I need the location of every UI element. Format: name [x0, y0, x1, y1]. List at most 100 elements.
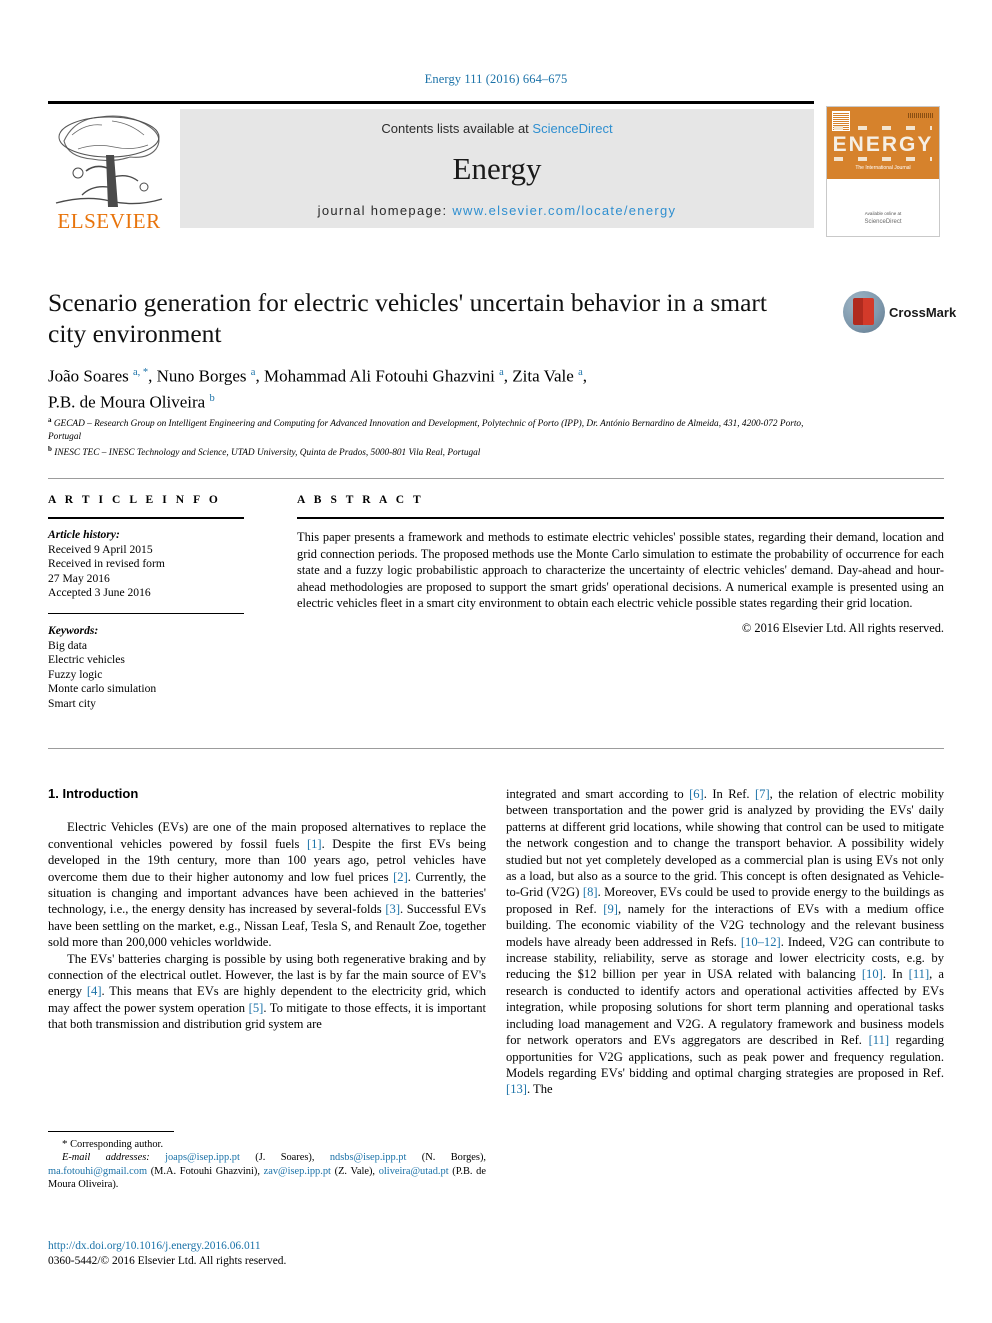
- affiliation-a: a GECAD – Research Group on Intelligent …: [48, 416, 804, 442]
- keyword-item: Fuzzy logic: [48, 667, 103, 681]
- masthead-top-rule: [48, 101, 814, 104]
- cover-orange-panel: ENERGY The International Journal: [827, 107, 939, 179]
- citation-ref[interactable]: [11]: [869, 1033, 890, 1047]
- abstract-text: This paper presents a framework and meth…: [297, 530, 944, 611]
- email-label: E-mail addresses:: [62, 1152, 150, 1164]
- paper-page: Energy 111 (2016) 664–675 ELSEVIER Conte…: [0, 0, 992, 1323]
- info-section-bottom-rule: [48, 748, 944, 749]
- paragraph: integrated and smart according to [6]. I…: [506, 786, 944, 1098]
- footnote-rule: [48, 1131, 174, 1132]
- email-owner: (N. Borges),: [421, 1152, 487, 1164]
- citation-ref[interactable]: [13]: [506, 1082, 527, 1096]
- journal-band: Contents lists available at ScienceDirec…: [180, 109, 814, 228]
- history-item: Accepted 3 June 2016: [48, 586, 151, 600]
- journal-homepage-link[interactable]: www.elsevier.com/locate/energy: [452, 203, 676, 218]
- keywords-label: Keywords:: [48, 623, 99, 637]
- elsevier-wordmark: ELSEVIER: [57, 209, 161, 233]
- homepage-prefix: journal homepage:: [317, 203, 453, 218]
- journal-cover-thumbnail: ENERGY The International Journal Availab…: [826, 106, 940, 237]
- author-list: João Soares a, *, Nuno Borges a, Mohamma…: [48, 366, 587, 412]
- email-link[interactable]: ndsbs@isep.ipp.pt: [330, 1152, 407, 1163]
- text-run: . In Ref.: [703, 787, 755, 801]
- running-head: Energy 111 (2016) 664–675: [424, 72, 568, 86]
- citation-ref[interactable]: [11]: [909, 967, 930, 981]
- keywords-list: Keywords: Big data Electric vehicles Fuz…: [48, 624, 244, 712]
- email-addresses: E-mail addresses: joaps@isep.ipp.pt (J. …: [48, 1151, 486, 1191]
- text-run: . In: [882, 967, 909, 982]
- email-owner: (M.A. Fotouhi Ghazvini),: [150, 1165, 260, 1177]
- citation-ref[interactable]: [1]: [307, 837, 322, 851]
- citation-ref[interactable]: [4]: [87, 984, 102, 998]
- article-info-column: A R T I C L E I N F O Article history: R…: [48, 494, 244, 712]
- text-run: . The: [526, 1082, 553, 1097]
- journal-homepage-line: journal homepage: www.elsevier.com/locat…: [180, 203, 814, 218]
- page-title: Scenario generation for electric vehicle…: [48, 288, 767, 348]
- article-history-label: Article history:: [48, 528, 120, 541]
- section-heading-introduction: 1. Introduction: [48, 786, 139, 801]
- info-section-top-rule: [48, 478, 944, 479]
- affiliation-b: b INESC TEC – INESC Technology and Scien…: [48, 444, 481, 458]
- history-item: Received 9 April 2015: [48, 542, 153, 556]
- cover-title: ENERGY: [832, 133, 934, 156]
- citation-ref[interactable]: [10–12]: [741, 935, 781, 949]
- citation-ref[interactable]: [7]: [755, 787, 770, 801]
- email-owner: (J. Soares),: [255, 1152, 315, 1164]
- email-link[interactable]: joaps@isep.ipp.pt: [165, 1152, 240, 1163]
- abstract-column: A B S T R A C T This paper presents a fr…: [297, 494, 944, 636]
- article-history: Article history: Received 9 April 2015 R…: [48, 528, 244, 601]
- cover-top-text-row: [834, 126, 932, 130]
- corresponding-author-text: Corresponding author.: [70, 1139, 164, 1150]
- paragraph: The EVs' batteries charging is possible …: [48, 951, 486, 1033]
- email-link[interactable]: oliveira@utad.pt: [379, 1166, 449, 1177]
- text-run: , the relation of electric mobility betw…: [506, 787, 944, 900]
- citation-ref[interactable]: [6]: [689, 787, 704, 801]
- issn-copyright: 0360-5442/© 2016 Elsevier Ltd. All right…: [48, 1255, 287, 1267]
- keyword-item: Electric vehicles: [48, 653, 125, 667]
- email-link[interactable]: ma.fotouhi@gmail.com: [48, 1166, 147, 1177]
- keyword-item: Monte carlo simulation: [48, 682, 157, 696]
- citation-ref[interactable]: [5]: [249, 1001, 264, 1015]
- email-owner: (Z. Vale),: [334, 1165, 376, 1177]
- crossmark-label: CrossMark: [889, 305, 957, 320]
- elsevier-tree-icon: [55, 115, 163, 207]
- cover-bottom-text-row: [834, 157, 932, 161]
- text-run: integrated and smart according to: [506, 787, 690, 801]
- elsevier-logo: ELSEVIER: [48, 109, 170, 235]
- email-link[interactable]: zav@isep.ipp.pt: [264, 1166, 331, 1177]
- cover-availability-text: Available online at: [864, 211, 902, 216]
- crossmark-book-right-icon: [863, 298, 874, 325]
- footnote-block: * Corresponding author. E-mail addresses…: [48, 1138, 486, 1192]
- paragraph: Electric Vehicles (EVs) are one of the m…: [48, 819, 486, 950]
- keyword-item: Smart city: [48, 696, 96, 710]
- affiliations: a GECAD – Research Group on Intelligent …: [48, 414, 838, 459]
- asterisk-icon: *: [62, 1138, 68, 1150]
- abstract-copyright: © 2016 Elsevier Ltd. All rights reserved…: [741, 620, 944, 635]
- doi-link[interactable]: http://dx.doi.org/10.1016/j.energy.2016.…: [48, 1239, 486, 1254]
- sciencedirect-link[interactable]: ScienceDirect: [532, 121, 612, 136]
- history-item: Received in revised form: [48, 557, 165, 571]
- body-column-right: integrated and smart according to [6]. I…: [506, 786, 944, 1098]
- keywords-rule: [48, 612, 244, 614]
- contents-line: Contents lists available at ScienceDirec…: [180, 121, 814, 136]
- crossmark-badge[interactable]: CrossMark: [843, 291, 956, 335]
- history-item: 27 May 2016: [48, 571, 110, 585]
- keyword-item: Big data: [48, 638, 87, 652]
- crossmark-book-left-icon: [853, 298, 863, 325]
- doi-block: http://dx.doi.org/10.1016/j.energy.2016.…: [48, 1239, 486, 1269]
- citation-ref[interactable]: [10]: [862, 967, 883, 981]
- affiliation-b-text: INESC TEC – INESC Technology and Science…: [54, 448, 481, 458]
- citation-ref[interactable]: [9]: [603, 902, 618, 916]
- citation-ref[interactable]: [3]: [385, 902, 400, 916]
- cover-issn-barcode: [908, 113, 934, 118]
- cover-subtitle: The International Journal: [855, 165, 911, 171]
- journal-masthead: ELSEVIER Contents lists available at Sci…: [48, 101, 944, 237]
- body-column-left: 1. Introduction Electric Vehicles (EVs) …: [48, 786, 486, 1033]
- cover-sciencedirect-text: ScienceDirect: [864, 219, 902, 225]
- journal-title: Energy: [452, 151, 542, 186]
- citation-ref[interactable]: [8]: [583, 885, 598, 899]
- abstract-rule: [297, 517, 944, 519]
- abstract-heading: A B S T R A C T: [297, 494, 424, 506]
- article-info-rule: [48, 517, 244, 519]
- contents-prefix: Contents lists available at: [381, 121, 533, 136]
- citation-ref[interactable]: [2]: [393, 870, 408, 884]
